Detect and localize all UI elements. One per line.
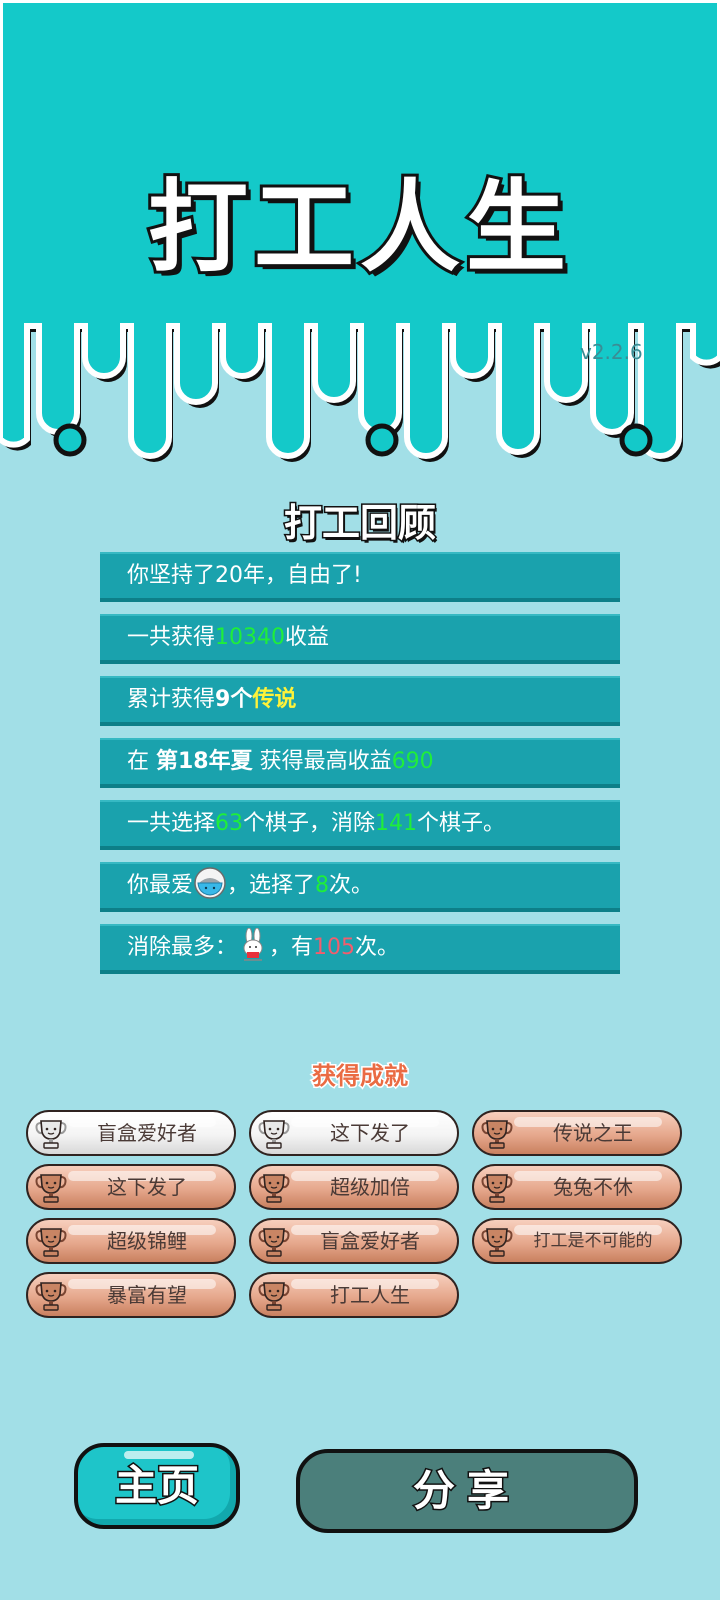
achievement-label: 打工是不可能的 (533, 1231, 653, 1251)
rice-bowl-icon (194, 867, 226, 899)
review-row-text: 105 (313, 935, 356, 960)
review-row-text: 次。 (329, 873, 374, 898)
achievement-label: 打工人生 (330, 1283, 410, 1307)
review-row-text: 第18年夏 (156, 749, 253, 774)
trophy-icon (481, 1120, 513, 1149)
trophy-icon (35, 1228, 67, 1257)
trophy-icon (258, 1282, 290, 1311)
review-row-text: 累计获得 (127, 687, 216, 712)
review-row: 你坚持了20年，自由了! (100, 552, 620, 602)
achievement-label: 这下发了 (330, 1121, 410, 1145)
home-button[interactable]: 主页 (74, 1443, 240, 1529)
review-row-text: 获得最高收益 (252, 749, 392, 774)
achievement-label: 超级锦鲤 (107, 1229, 187, 1253)
review-row: 一共获得10340收益 (100, 614, 620, 664)
review-row: 消除最多： ，有105次。 (100, 924, 620, 974)
review-row-text: 你最爱 (127, 873, 194, 898)
trophy-icon (258, 1120, 290, 1149)
achievement-badge[interactable]: 传说之王 (472, 1110, 682, 1156)
review-row-text: 传说 (252, 687, 297, 712)
achievement-label: 盲盒爱好者 (320, 1229, 420, 1253)
drip-drop (619, 423, 653, 457)
achievement-label: 盲盒爱好者 (97, 1121, 197, 1145)
rabbit-icon (243, 928, 263, 961)
version-label: v2.2.6 (580, 340, 643, 364)
review-list: 你坚持了20年，自由了! 一共获得10340收益 累计获得9个传说在 第18年夏 获… (100, 552, 620, 986)
review-row-text: 一共获得 (127, 625, 216, 650)
achievement-badge[interactable]: 盲盒爱好者 (249, 1218, 459, 1264)
review-row: 在 第18年夏 获得最高收益690 (100, 738, 620, 788)
review-row-text: 个棋子，消除 (243, 811, 376, 836)
trophy-icon (258, 1228, 290, 1257)
review-title: 打工回顾 (282, 500, 437, 547)
review-row-text: 63 (215, 811, 244, 836)
review-row-text: 收益 (285, 625, 330, 650)
review-row-text: ，选择了 (227, 873, 316, 898)
achievement-label: 超级加倍 (330, 1175, 410, 1199)
achievement-label: 暴富有望 (107, 1283, 187, 1307)
achievements-title: 获得成就 (311, 1061, 410, 1092)
review-row-text: 次。 (355, 935, 400, 960)
trophy-icon (35, 1282, 67, 1311)
review-row-text: ，有 (269, 935, 314, 960)
review-row: 你最爱 ，选择了8次。 (100, 862, 620, 912)
drip-drop (53, 423, 87, 457)
achievement-badge[interactable]: 盲盒爱好者 (26, 1110, 236, 1156)
achievement-label: 兔兔不休 (553, 1175, 633, 1199)
review-row-text: 你坚持了20年，自由了! (127, 563, 362, 588)
game-title: 打工人生 (145, 166, 572, 289)
drip-drop (365, 423, 399, 457)
achievement-badge[interactable]: 打工是不可能的 (472, 1218, 682, 1264)
review-row-text: 一共选择 (127, 811, 216, 836)
game-summary-screen: 打工人生 v2.2.6 打工回顾 你坚持了20年，自由了! 一共获得10340收益… (0, 0, 720, 1600)
achievement-badge[interactable]: 超级锦鲤 (26, 1218, 236, 1264)
achievement-label: 传说之王 (553, 1121, 633, 1145)
trophy-icon (258, 1174, 290, 1203)
share-button[interactable]: 分享 (296, 1449, 638, 1533)
review-row-text: 个棋子。 (417, 811, 506, 836)
achievement-badge[interactable]: 暴富有望 (26, 1272, 236, 1318)
achievement-badge[interactable]: 兔兔不休 (472, 1164, 682, 1210)
review-row-text: 8 (315, 873, 330, 898)
trophy-icon (35, 1120, 67, 1149)
review-row-text: 在 (127, 749, 156, 774)
review-row-text: 141 (375, 811, 418, 836)
review-row-text: 9个 (215, 687, 253, 712)
review-row-text: 690 (391, 749, 434, 774)
trophy-icon (481, 1228, 513, 1257)
achievement-badge[interactable]: 这下发了 (249, 1110, 459, 1156)
achievement-badge[interactable]: 这下发了 (26, 1164, 236, 1210)
button-highlight (124, 1451, 194, 1459)
review-row: 累计获得9个传说 (100, 676, 620, 726)
review-row-text: 10340 (215, 625, 286, 650)
trophy-icon (481, 1174, 513, 1203)
achievement-label: 这下发了 (107, 1175, 187, 1199)
trophy-icon (35, 1174, 67, 1203)
achievement-badge[interactable]: 超级加倍 (249, 1164, 459, 1210)
share-button-label: 分享 (411, 1465, 521, 1517)
achievement-badge[interactable]: 打工人生 (249, 1272, 459, 1318)
review-row-text: 消除最多： (127, 935, 238, 960)
review-row: 一共选择63个棋子，消除141个棋子。 (100, 800, 620, 850)
home-button-label: 主页 (113, 1460, 200, 1512)
